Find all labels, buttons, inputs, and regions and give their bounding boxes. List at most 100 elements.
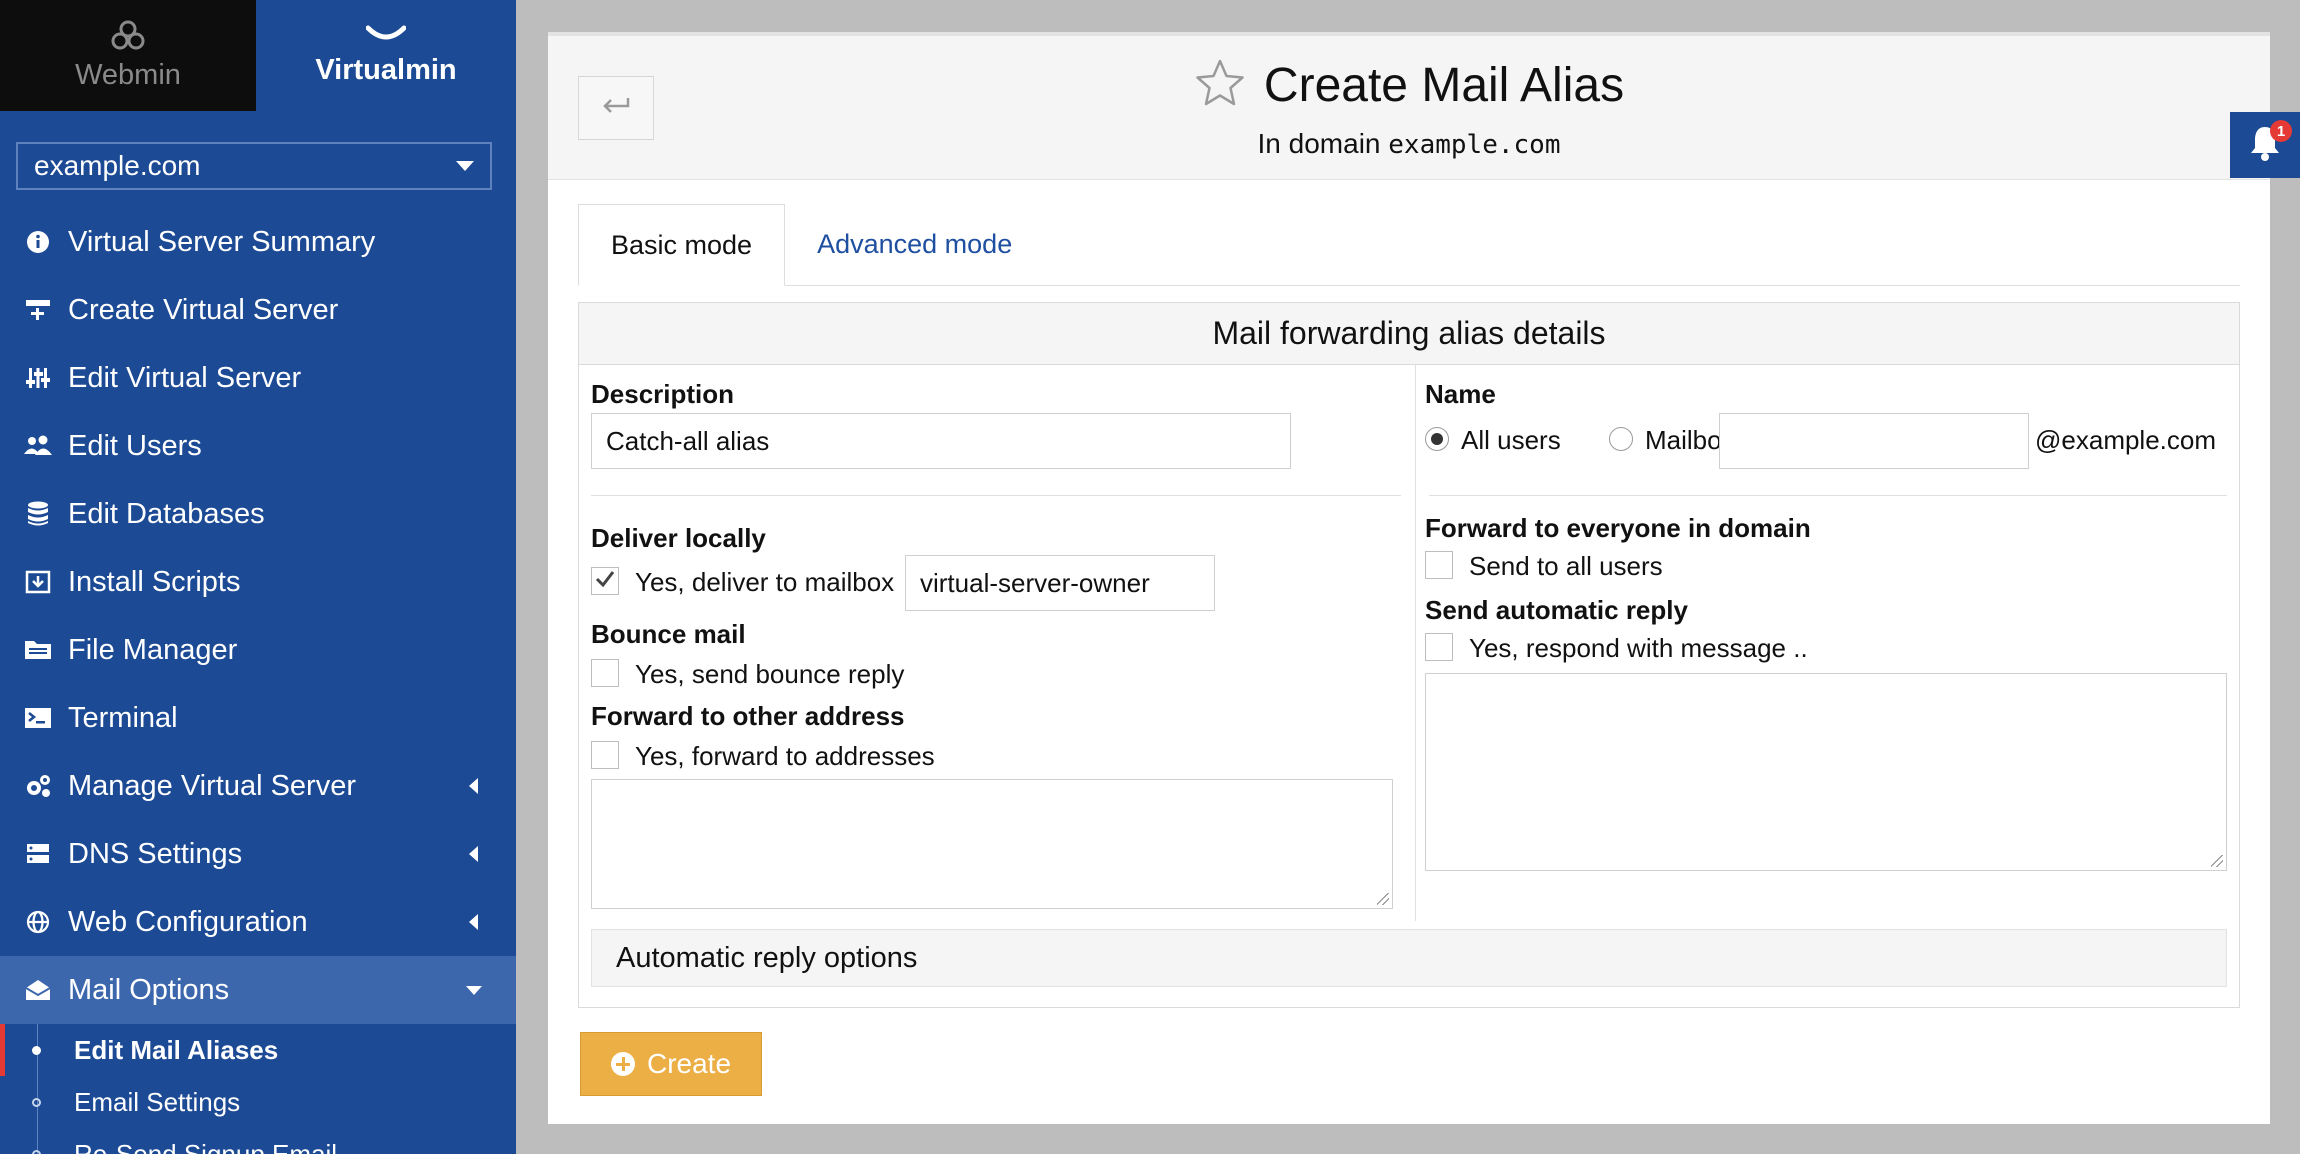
- bounce-mail-checkbox[interactable]: [591, 659, 619, 687]
- sidebar-item-edit-users[interactable]: Edit Users: [0, 412, 516, 480]
- sliders-icon: [24, 364, 52, 392]
- bounce-mail-option: Yes, send bounce reply: [635, 659, 905, 689]
- title-row: Create Mail Alias: [548, 58, 2270, 113]
- auto-reply-option: Yes, respond with message ..: [1469, 633, 1808, 663]
- sidebar-item-terminal[interactable]: Terminal: [0, 684, 516, 752]
- webmin-logo-icon: [110, 19, 146, 51]
- sidebar-item-file-manager[interactable]: File Manager: [0, 616, 516, 684]
- sidebar-item-label: Edit Virtual Server: [68, 361, 302, 394]
- deliver-mailbox-input[interactable]: virtual-server-owner: [905, 555, 1215, 611]
- sidebar-item-label: Create Virtual Server: [68, 293, 339, 326]
- sidebar-item-mail-options[interactable]: Mail Options: [0, 956, 516, 1024]
- forward-addresses-textarea[interactable]: [591, 779, 1393, 909]
- resize-grip-icon[interactable]: [1377, 893, 1389, 905]
- sidebar-item-web-configuration[interactable]: Web Configuration: [0, 888, 516, 956]
- forward-domain-label: Forward to everyone in domain: [1425, 513, 1811, 543]
- radio-selected-dot: [1431, 433, 1443, 445]
- info-icon: [24, 228, 52, 256]
- sidebar-item-label: Edit Databases: [68, 497, 265, 530]
- bullet-icon: [32, 1097, 41, 1107]
- sidebar-subitem-label: Email Settings: [74, 1086, 241, 1117]
- terminal-icon: [24, 704, 52, 732]
- chevron-down-icon: [466, 985, 482, 995]
- domain-select[interactable]: example.com: [16, 142, 492, 190]
- deliver-locally-option: Yes, deliver to mailbox: [635, 567, 895, 597]
- auto-reply-options-section[interactable]: Automatic reply options: [591, 929, 2227, 987]
- resize-grip-icon[interactable]: [2211, 855, 2223, 867]
- virtualmin-label: Virtualmin: [315, 54, 457, 86]
- sidebar: Webmin Virtualmin example.com Virtual Se…: [0, 0, 516, 1154]
- domain-suffix: @example.com: [2035, 425, 2217, 455]
- sidebar-subitem-edit-mail-aliases[interactable]: Edit Mail Aliases: [0, 1024, 516, 1076]
- product-switcher: Webmin Virtualmin: [0, 0, 516, 111]
- download-icon: [24, 568, 52, 596]
- bullet-icon: [32, 1149, 41, 1154]
- webmin-tab[interactable]: Webmin: [0, 0, 256, 111]
- sidebar-item-label: Virtual Server Summary: [68, 225, 376, 258]
- webmin-label: Webmin: [75, 59, 181, 91]
- auto-reply-message-textarea[interactable]: [1425, 673, 2227, 871]
- plus-circle-icon: [610, 1052, 635, 1076]
- checkmark-icon: [595, 570, 615, 593]
- sidebar-item-label: DNS Settings: [68, 837, 243, 870]
- bullet-icon: [32, 1045, 41, 1055]
- database-icon: [24, 500, 52, 528]
- mail-options-submenu: Edit Mail Aliases Email Settings Re-Send…: [0, 1024, 516, 1154]
- create-button-label: Create: [646, 1048, 732, 1079]
- sidebar-item-label: Manage Virtual Server: [68, 769, 357, 802]
- server-icon: [24, 840, 52, 868]
- sidebar-item-label: Install Scripts: [68, 565, 241, 598]
- row-divider: [591, 495, 1401, 496]
- sidebar-item-install-scripts[interactable]: Install Scripts: [0, 548, 516, 616]
- sidebar-item-virtual-server-summary[interactable]: Virtual Server Summary: [0, 208, 516, 276]
- create-button[interactable]: Create: [580, 1032, 762, 1096]
- main-content: Create Mail Alias In domain example.com …: [548, 32, 2270, 1124]
- tab-basic-mode[interactable]: Basic mode: [578, 204, 786, 286]
- forward-other-option: Yes, forward to addresses: [635, 741, 935, 771]
- forward-domain-checkbox[interactable]: [1425, 551, 1453, 579]
- column-divider: [1415, 365, 1416, 921]
- description-input[interactable]: Catch-all alias: [591, 413, 1291, 469]
- domain-select-value: example.com: [34, 150, 201, 181]
- subtitle-domain: example.com: [1388, 130, 1561, 160]
- sidebar-item-label: File Manager: [68, 633, 238, 666]
- mode-tabs: Basic mode Advanced mode: [578, 204, 2240, 286]
- users-icon: [24, 432, 52, 460]
- folder-icon: [24, 636, 52, 664]
- globe-icon: [24, 908, 52, 936]
- star-icon[interactable]: [1194, 58, 1246, 113]
- envelope-open-icon: [24, 976, 52, 1004]
- page-title: Create Mail Alias: [1263, 59, 1625, 112]
- sidebar-subitem-email-settings[interactable]: Email Settings: [0, 1076, 516, 1128]
- forward-other-checkbox[interactable]: [591, 741, 619, 769]
- virtualmin-tab[interactable]: Virtualmin: [256, 0, 516, 111]
- sidebar-item-edit-virtual-server[interactable]: Edit Virtual Server: [0, 344, 516, 412]
- chevron-down-icon: [456, 161, 474, 171]
- subtitle-prefix: In domain: [1257, 128, 1381, 159]
- mailbox-radio[interactable]: [1609, 427, 1633, 451]
- sidebar-item-dns-settings[interactable]: DNS Settings: [0, 820, 516, 888]
- all-users-label: All users: [1461, 425, 1561, 455]
- mailbox-name-input[interactable]: [1719, 413, 2029, 469]
- auto-reply-label: Send automatic reply: [1425, 595, 1688, 625]
- forward-other-label: Forward to other address: [591, 701, 905, 731]
- sidebar-subitem-label: Edit Mail Aliases: [74, 1034, 279, 1065]
- sidebar-item-manage-virtual-server[interactable]: Manage Virtual Server: [0, 752, 516, 820]
- sidebar-subitem-resend-signup-email[interactable]: Re-Send Signup Email: [0, 1128, 516, 1154]
- tab-advanced-mode[interactable]: Advanced mode: [785, 203, 1044, 285]
- sidebar-menu: Virtual Server Summary Create Virtual Se…: [0, 208, 516, 1154]
- create-server-icon: [24, 296, 52, 324]
- all-users-radio[interactable]: [1425, 427, 1449, 451]
- sidebar-item-label: Mail Options: [68, 973, 230, 1006]
- virtualmin-logo-icon: [366, 24, 406, 46]
- notifications-button[interactable]: 1: [2230, 112, 2300, 178]
- notification-count-badge: 1: [2270, 120, 2292, 142]
- chevron-left-icon: [469, 778, 478, 794]
- deliver-locally-checkbox[interactable]: [591, 567, 619, 595]
- sidebar-item-create-virtual-server[interactable]: Create Virtual Server: [0, 276, 516, 344]
- sidebar-item-label: Terminal: [68, 701, 178, 734]
- deliver-locally-label: Deliver locally: [591, 523, 766, 553]
- row-divider: [1429, 495, 2227, 496]
- auto-reply-checkbox[interactable]: [1425, 633, 1453, 661]
- sidebar-item-edit-databases[interactable]: Edit Databases: [0, 480, 516, 548]
